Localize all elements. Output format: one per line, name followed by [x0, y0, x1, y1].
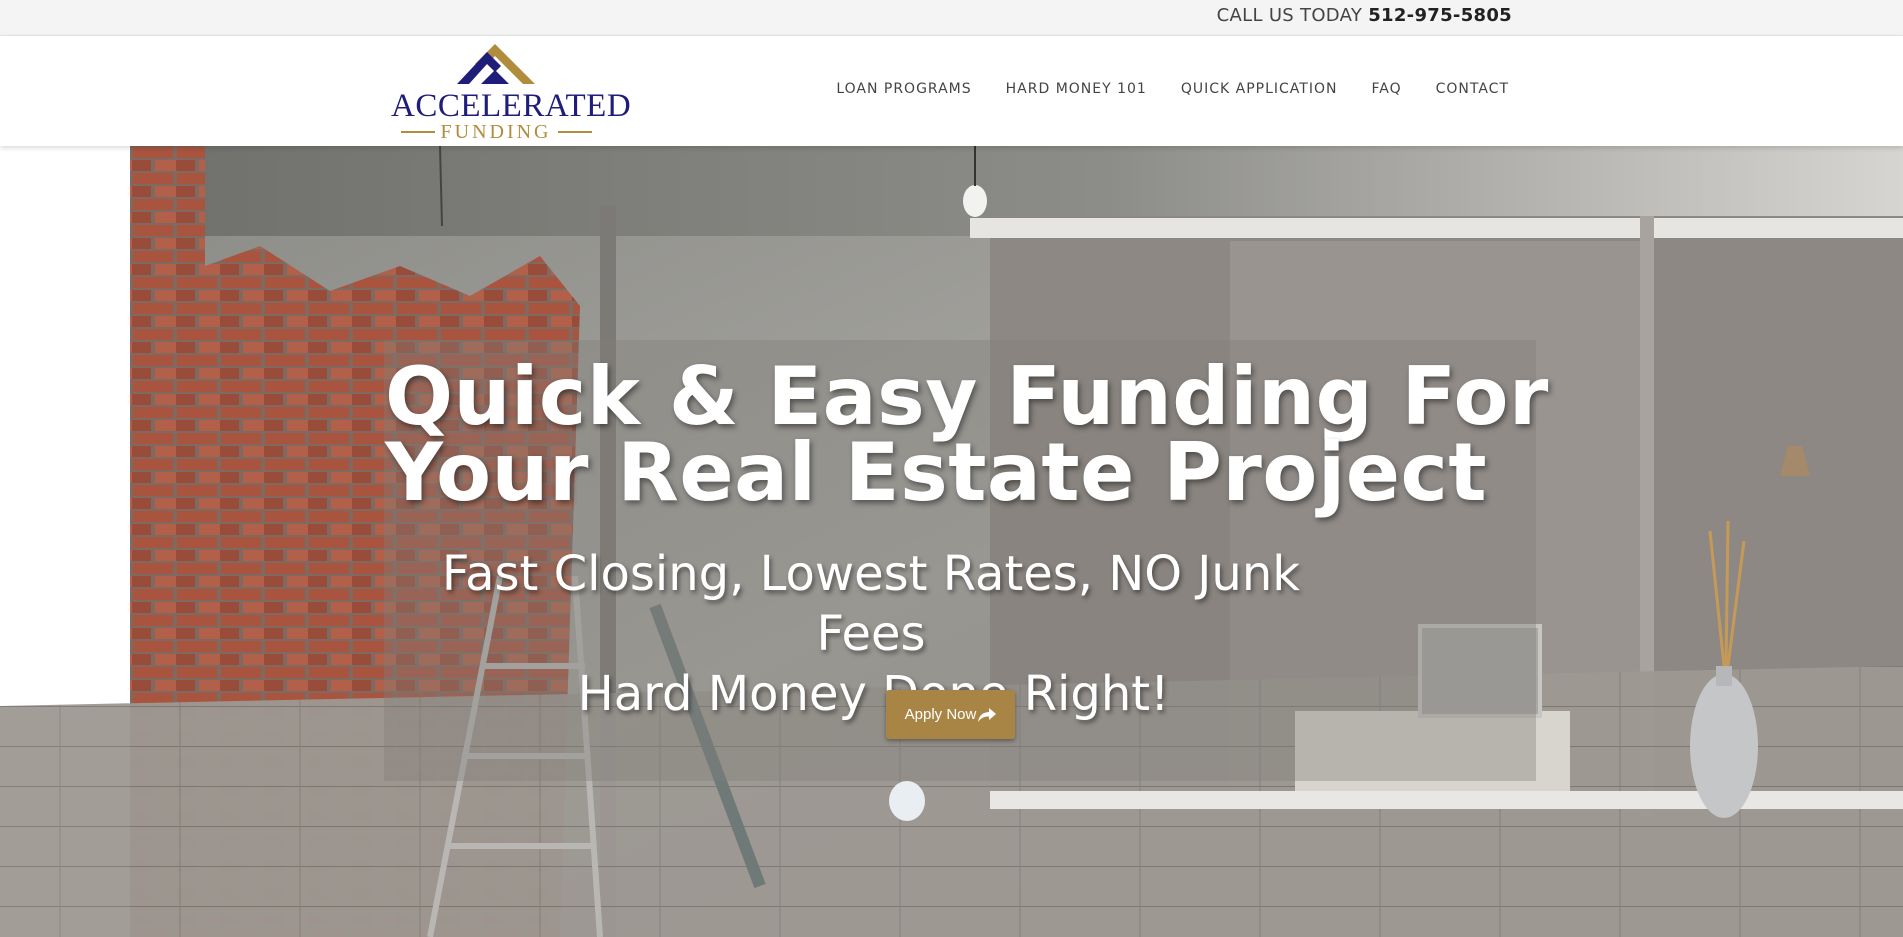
- apply-now-label: Apply Now: [904, 706, 977, 723]
- phone-number[interactable]: 512-975-5805: [1368, 5, 1512, 26]
- call-us-text: CALL US TODAY 512-975-5805: [1217, 5, 1512, 26]
- logo-subtitle: FUNDING: [391, 122, 601, 142]
- nav-hard-money-101[interactable]: HARD MONEY 101: [1006, 81, 1147, 97]
- share-arrow-icon: [978, 707, 997, 722]
- call-us-label: CALL US TODAY: [1216, 5, 1363, 26]
- apply-now-button[interactable]: Apply Now: [886, 690, 1015, 739]
- hero-headline: Quick & Easy Funding For Your Real Estat…: [385, 350, 1549, 519]
- hero-sub-line1: Fast Closing, Lowest Rates, NO Junk Fees: [441, 546, 1301, 662]
- logo-subtitle-text: FUNDING: [440, 121, 552, 143]
- logo-rule-right: [557, 131, 592, 133]
- logo[interactable]: ACCELERATED FUNDING: [391, 44, 632, 142]
- hero-headline-line1: Quick & Easy Funding For: [385, 350, 1549, 443]
- nav-contact[interactable]: CONTACT: [1436, 81, 1509, 97]
- site-header: ACCELERATED FUNDING LOAN PROGRAMS HARD M…: [0, 36, 1903, 146]
- nav-loan-programs[interactable]: LOAN PROGRAMS: [836, 81, 971, 97]
- roof-logo-icon: [457, 44, 535, 84]
- main-nav: LOAN PROGRAMS HARD MONEY 101 QUICK APPLI…: [836, 81, 1509, 97]
- hero-section: Quick & Easy Funding For Your Real Estat…: [0, 146, 1903, 937]
- nav-quick-application[interactable]: QUICK APPLICATION: [1181, 81, 1338, 97]
- logo-wordmark: ACCELERATED: [391, 88, 632, 124]
- top-bar: CALL US TODAY 512-975-5805: [0, 0, 1903, 36]
- nav-faq[interactable]: FAQ: [1371, 81, 1401, 97]
- logo-rule-left: [400, 131, 435, 133]
- hero-headline-line2: Your Real Estate Project: [385, 426, 1488, 519]
